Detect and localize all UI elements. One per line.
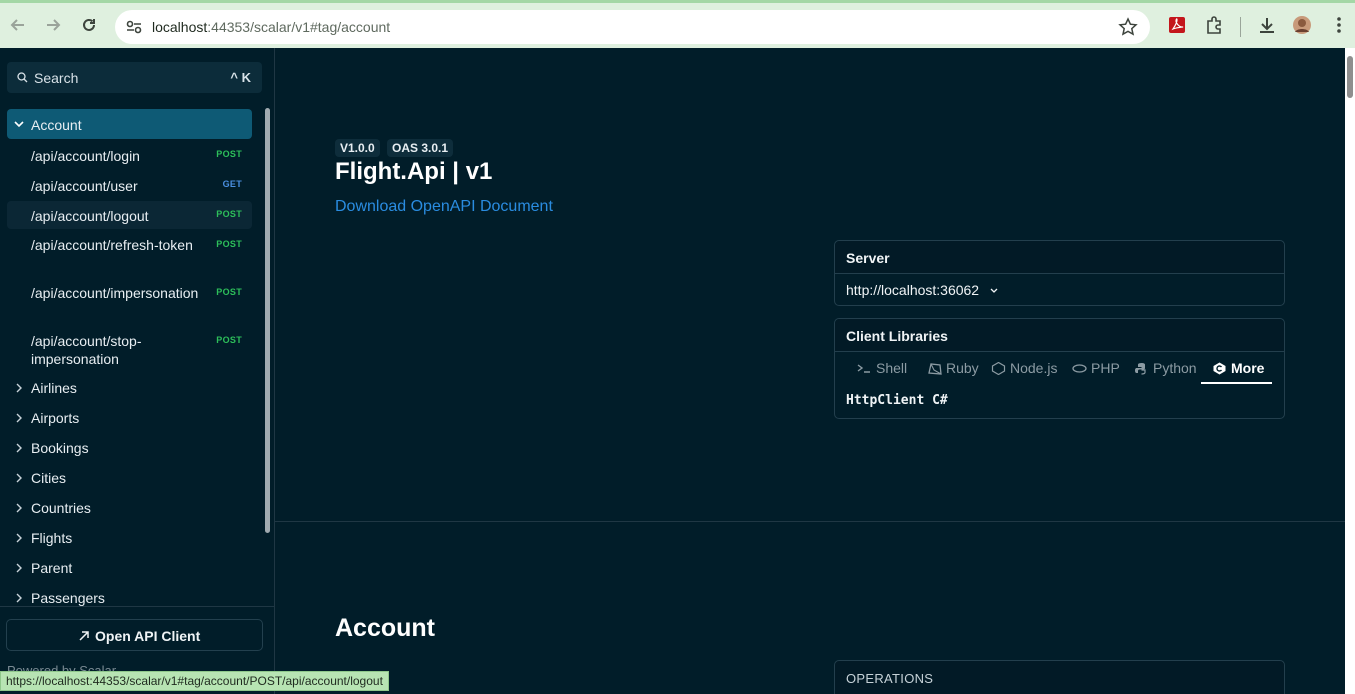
oas-badge: OAS 3.0.1: [387, 139, 454, 157]
bookmark-star-icon[interactable]: [1118, 17, 1138, 37]
sidebar-item-account[interactable]: Account: [7, 109, 252, 139]
tab-php[interactable]: PHP: [1072, 360, 1120, 376]
sidebar: Search ^ K Account /api/account/login PO…: [0, 48, 275, 694]
sidebar-item-label: Flights: [31, 530, 73, 546]
back-icon[interactable]: [5, 12, 31, 38]
chevron-right-icon: [16, 413, 22, 423]
endpoint-path: /api/account/impersonation: [31, 285, 199, 301]
tab-nodejs[interactable]: Node.js: [991, 360, 1057, 376]
search-label: Search: [34, 70, 79, 86]
method-badge: POST: [216, 287, 242, 297]
server-card: Server http://localhost:36062: [834, 240, 1285, 306]
forward-icon[interactable]: [40, 12, 66, 38]
server-select[interactable]: http://localhost:36062: [846, 282, 979, 298]
url-text: localhost:44353/scalar/v1#tag/account: [152, 19, 391, 35]
download-openapi-link[interactable]: Download OpenAPI Document: [335, 198, 553, 216]
sidebar-item-label: Airports: [31, 410, 80, 426]
sidebar-item-airports[interactable]: Airports: [7, 410, 252, 430]
sidebar-item-label: Account: [31, 117, 82, 133]
method-badge: POST: [216, 335, 242, 345]
endpoint-path: /api/account/logout: [31, 208, 149, 224]
sidebar-item-label: Cities: [31, 470, 67, 486]
section-title: Account: [335, 614, 435, 642]
sidebar-endpoint-impersonation[interactable]: /api/account/impersonation POST: [7, 283, 252, 323]
sidebar-scrollbar[interactable]: [265, 108, 270, 533]
nodejs-icon: [991, 362, 1006, 375]
sidebar-item-cities[interactable]: Cities: [7, 470, 252, 490]
method-badge: POST: [216, 149, 242, 159]
page-scrollbar[interactable]: [1345, 48, 1355, 694]
chevron-down-icon: [14, 121, 24, 128]
endpoint-path: /api/account/login: [31, 148, 140, 164]
search-icon: [17, 72, 28, 83]
active-tab-indicator: [1201, 382, 1272, 384]
terminal-icon: [857, 364, 870, 373]
chevron-right-icon: [16, 503, 22, 513]
page-title: Flight.Api | v1: [335, 158, 493, 185]
profile-avatar-icon[interactable]: [1291, 14, 1313, 36]
link-status-bar: https://localhost:44353/scalar/v1#tag/ac…: [0, 671, 389, 691]
extensions-icon[interactable]: [1203, 14, 1225, 36]
sidebar-item-bookings[interactable]: Bookings: [7, 440, 252, 460]
sidebar-endpoint-login[interactable]: /api/account/login POST: [7, 145, 252, 169]
operations-label: OPERATIONS: [846, 671, 934, 686]
pdf-extension-icon[interactable]: [1166, 14, 1188, 36]
method-badge: POST: [216, 209, 242, 219]
sidebar-item-countries[interactable]: Countries: [7, 500, 252, 520]
search-shortcut: ^ K: [230, 70, 251, 85]
chevron-right-icon: [16, 443, 22, 453]
tab-shell[interactable]: Shell: [857, 360, 907, 376]
sidebar-endpoint-stop-impersonation[interactable]: /api/account/stop-impersonation POST: [7, 331, 252, 371]
sidebar-item-airlines[interactable]: Airlines: [7, 380, 252, 400]
sidebar-item-parent[interactable]: Parent: [7, 560, 252, 580]
arrow-up-right-icon: [79, 631, 89, 641]
open-api-client-label: Open API Client: [95, 628, 201, 644]
toolbar-divider: [1240, 17, 1241, 37]
address-bar[interactable]: localhost:44353/scalar/v1#tag/account: [115, 10, 1150, 44]
ruby-icon: [928, 363, 942, 375]
sidebar-item-label: Airlines: [31, 380, 77, 396]
sidebar-item-label: Countries: [31, 500, 91, 516]
sidebar-endpoint-refresh-token[interactable]: /api/account/refresh-token POST: [7, 235, 252, 275]
chevron-right-icon: [16, 383, 22, 393]
sidebar-item-label: Parent: [31, 560, 73, 576]
scrollbar-thumb[interactable]: [1347, 56, 1353, 98]
menu-dots-icon[interactable]: [1328, 14, 1350, 36]
endpoint-path: /api/account/user: [31, 178, 138, 194]
version-badge: V1.0.0: [335, 139, 380, 157]
reload-icon[interactable]: [76, 12, 102, 38]
section-divider: [275, 521, 1345, 522]
csharp-icon: [1213, 362, 1226, 375]
chevron-down-icon[interactable]: [989, 286, 999, 296]
client-libraries-card: Client Libraries Shell Ruby Node.js PHP …: [834, 318, 1285, 419]
server-header: Server: [835, 241, 1284, 274]
browser-toolbar: localhost:44353/scalar/v1#tag/account: [0, 0, 1355, 48]
sidebar-item-label: Bookings: [31, 440, 89, 456]
operations-card: OPERATIONS: [834, 660, 1285, 694]
tab-more[interactable]: More: [1212, 360, 1264, 376]
method-badge: GET: [222, 179, 242, 189]
endpoint-path: /api/account/refresh-token: [31, 237, 193, 253]
open-api-client-button[interactable]: Open API Client: [6, 619, 263, 651]
main-content: V1.0.0 OAS 3.0.1 Flight.Api | v1 Downloa…: [275, 48, 1345, 694]
endpoint-path: /api/account/stop-impersonation: [31, 333, 142, 367]
method-badge: POST: [216, 239, 242, 249]
sidebar-item-label: Passengers: [31, 590, 105, 606]
chevron-right-icon: [16, 533, 22, 543]
sidebar-endpoint-user[interactable]: /api/account/user GET: [7, 175, 252, 199]
site-settings-icon[interactable]: [125, 18, 143, 36]
tab-python[interactable]: Python: [1134, 360, 1197, 376]
sidebar-endpoint-logout[interactable]: /api/account/logout POST: [7, 201, 252, 229]
client-libraries-header: Client Libraries: [835, 319, 1284, 352]
search-input[interactable]: Search ^ K: [7, 62, 262, 93]
chevron-right-icon: [16, 473, 22, 483]
tab-ruby[interactable]: Ruby: [927, 360, 979, 376]
chevron-right-icon: [16, 593, 22, 603]
sidebar-item-flights[interactable]: Flights: [7, 530, 252, 550]
php-icon: [1072, 364, 1087, 373]
client-library-name[interactable]: HttpClient C#: [846, 393, 948, 408]
chevron-right-icon: [16, 563, 22, 573]
python-icon: [1135, 363, 1146, 375]
download-icon[interactable]: [1256, 14, 1278, 36]
